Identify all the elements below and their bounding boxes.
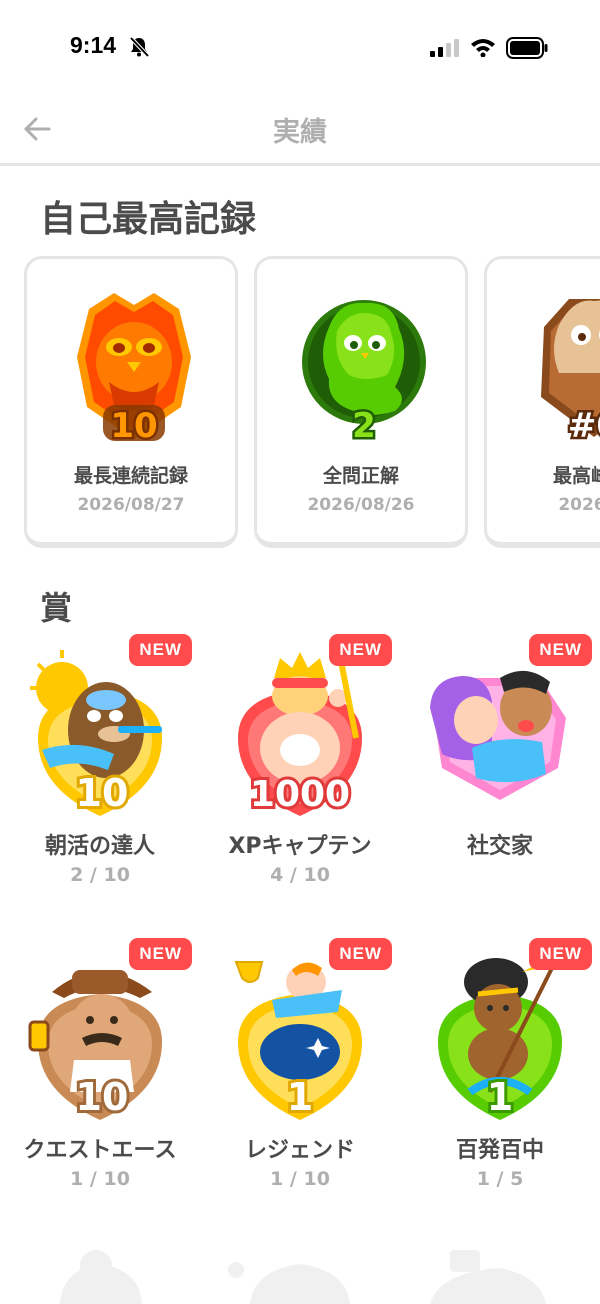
record-date: 2026/08/27 (77, 495, 185, 515)
awards-title: 賞 (40, 589, 73, 627)
record-date: 2026/0 (558, 495, 600, 515)
award-name: XPキャプテン (228, 834, 372, 859)
award-progress: 1 / 5 (476, 1168, 524, 1190)
award-number: 1 (287, 1075, 313, 1119)
page-title: 実績 (273, 117, 327, 148)
new-badge: NEW (529, 634, 592, 666)
record-label: 最高峰リ (552, 465, 600, 487)
personal-records-row[interactable]: 10 最長連続記録 2026/08/27 2 全問正解 2026/08/26 #… (0, 256, 600, 552)
new-badge: NEW (129, 634, 192, 666)
award-number: 1 (487, 1075, 513, 1119)
award-progress: 4 / 10 (270, 864, 330, 886)
record-label: 全問正解 (322, 465, 399, 487)
locked-awards-row (0, 1240, 600, 1304)
bell-muted-icon (129, 36, 150, 58)
record-number-highest-league: #0 (568, 406, 600, 446)
award-name: 百発百中 (455, 1138, 544, 1163)
record-number-graphic: 2 (350, 404, 379, 448)
record-number-longest-streak: 10 (110, 406, 157, 446)
award-name: 社交家 (466, 834, 533, 859)
signal-icon (430, 39, 459, 57)
header: 実績 (0, 96, 600, 166)
award-name: 朝活の達人 (44, 834, 155, 859)
status-time: 9:14 (70, 32, 117, 58)
record-card-longest-streak[interactable]: 10 最長連続記録 2026/08/27 (24, 256, 238, 548)
wifi-icon (471, 39, 495, 57)
award-quest-ace[interactable]: 10 NEW クエストエース 1 / 10 (0, 938, 200, 1202)
award-sharpshooter[interactable]: 1 NEW 百発百中 1 / 5 (400, 938, 600, 1202)
record-number-perfect-lessons: 2 (352, 406, 376, 446)
new-badge: NEW (129, 938, 192, 970)
record-card-perfect-lessons[interactable]: 2 全問正解 2026/08/26 (254, 256, 468, 548)
battery-icon (506, 37, 548, 59)
award-xp-captain[interactable]: 1000 NEW XPキャプテン 4 / 10 (200, 634, 400, 898)
award-name: クエストエース (23, 1138, 177, 1163)
award-progress: 1 / 10 (270, 1168, 330, 1190)
record-date: 2026/08/26 (307, 495, 415, 515)
record-number-graphic: 10 (108, 404, 160, 448)
new-badge: NEW (329, 634, 392, 666)
award-progress: 2 / 10 (70, 864, 130, 886)
award-number: 10 (76, 771, 129, 815)
award-name: レジェンド (244, 1138, 355, 1163)
award-early-bird[interactable]: 10 NEW 朝活の達人 2 / 10 (0, 634, 200, 898)
record-number-graphic: #0 (565, 404, 600, 448)
award-social-butterfly[interactable]: NEW 社交家 (400, 634, 600, 898)
award-legend[interactable]: 1 NEW レジェンド 1 / 10 (200, 938, 400, 1202)
new-badge: NEW (529, 938, 592, 970)
personal-records-title: 自己最高記録 (40, 199, 257, 240)
award-number: 1000 (250, 774, 350, 815)
locked-award-silhouettes-icon (60, 1250, 546, 1304)
status-bar: 9:14 (0, 0, 600, 96)
new-badge: NEW (329, 938, 392, 970)
record-card-highest-league[interactable]: #0 最高峰リ 2026/0 (484, 256, 600, 548)
record-label: 最長連続記録 (73, 465, 188, 487)
award-progress: 1 / 10 (70, 1168, 130, 1190)
award-number: 10 (76, 1075, 129, 1119)
